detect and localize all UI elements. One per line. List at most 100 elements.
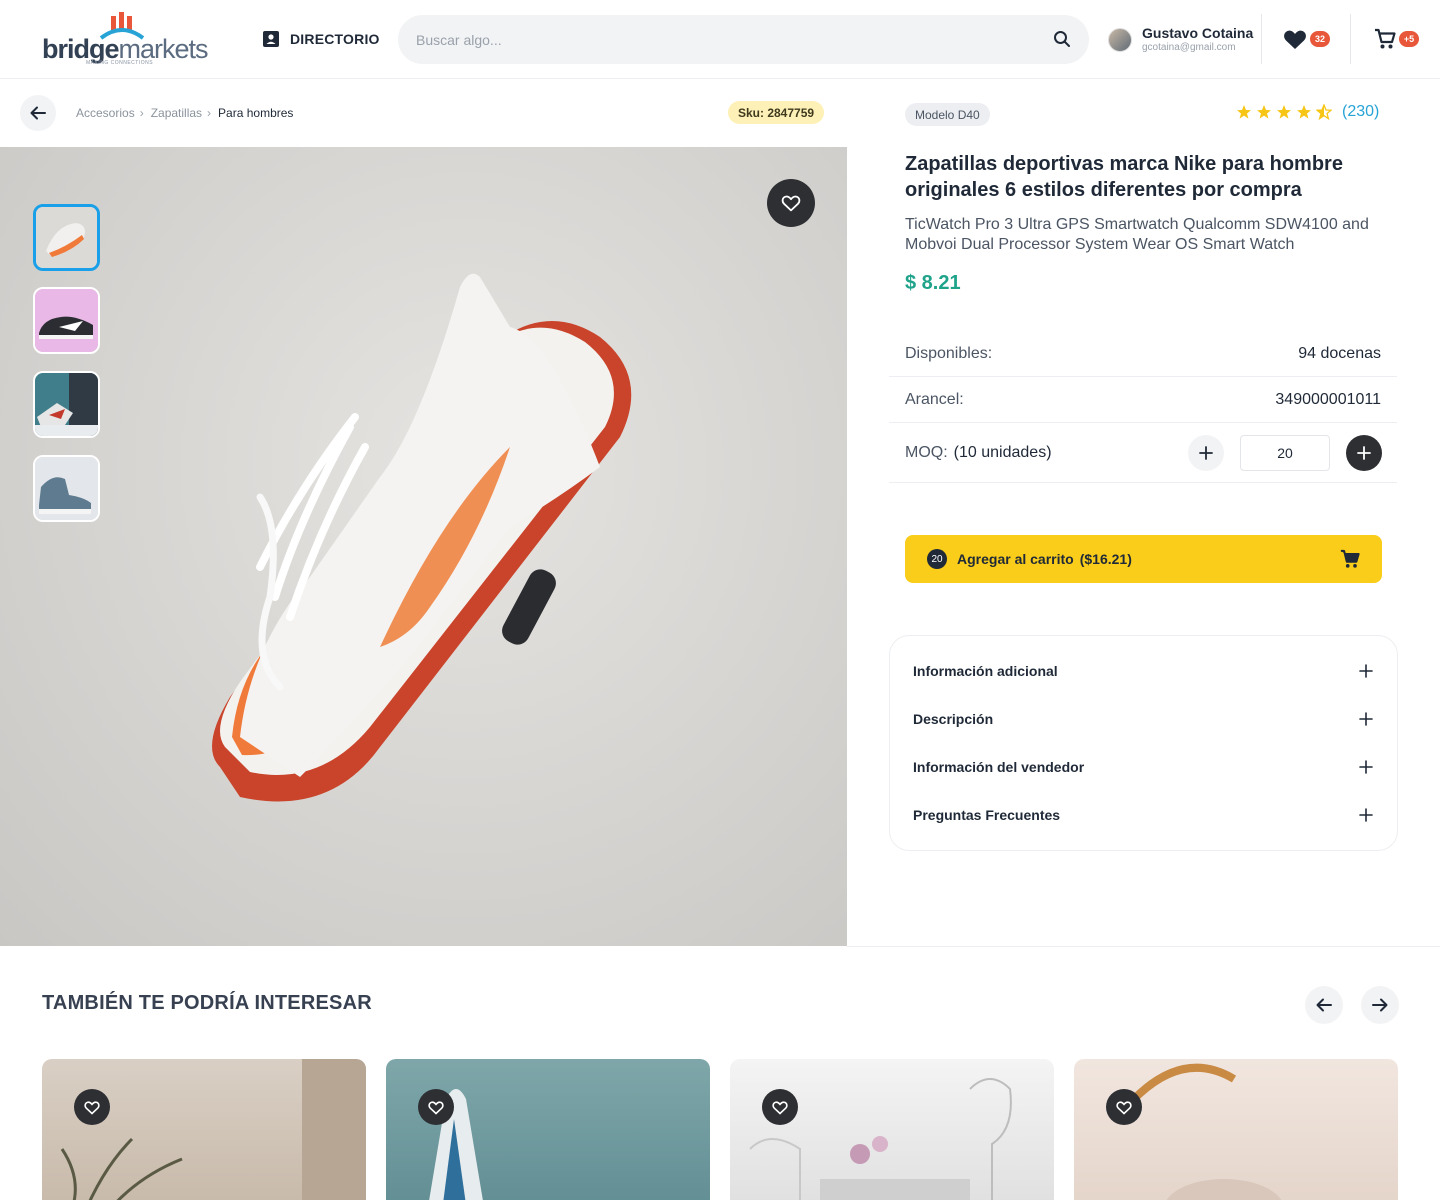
directory-label: DIRECTORIO [290,31,380,47]
plant-image [60,1059,366,1200]
plus-icon [1359,712,1373,726]
cart-button[interactable]: +5 [1374,28,1419,55]
accordion-item-label: Descripción [913,711,994,727]
thumbnail[interactable] [33,287,100,354]
cart-count-badge: +5 [1399,31,1419,47]
add-to-cart-button[interactable]: 20 Agregar al carrito ($16.21) [905,535,1382,583]
accordion-item-faq[interactable]: Preguntas Frecuentes [913,803,1373,827]
favorites-button[interactable]: 32 [1283,28,1330,55]
sneaker-thumbnail-image [35,373,98,436]
add-to-cart-amount: ($16.21) [1079,551,1132,567]
tariff-value: 349000001011 [1275,390,1381,408]
favorite-button[interactable] [418,1089,454,1125]
related-product-card[interactable] [1074,1059,1398,1200]
product-main-image [212,273,632,802]
moq-label: MOQ: [905,444,948,461]
favorite-button[interactable] [74,1089,110,1125]
accordion-item-label: Información adicional [913,663,1058,679]
tariff-row: Arancel: 349000001011 [889,377,1397,423]
star-icon [1297,105,1311,119]
favorites-count-badge: 32 [1310,31,1330,47]
model-badge: Modelo D40 [905,103,990,126]
heart-outline-icon [84,1100,100,1115]
star-icon [1257,105,1271,119]
arrow-right-icon [1372,998,1388,1012]
quantity-input[interactable] [1240,435,1330,471]
heart-outline-icon [428,1100,444,1115]
heart-outline-icon [781,195,801,212]
product-price: $ 8.21 [905,272,961,294]
sneaker-thumbnail-image [35,457,98,520]
breadcrumb-item[interactable]: Zapatillas [151,106,202,120]
thumbnail[interactable] [33,204,100,271]
user-name: Gustavo Cotaina [1142,25,1254,41]
star-half-icon [1316,104,1332,120]
header-divider [1261,14,1262,64]
accordion-item-additional-info[interactable]: Información adicional [913,659,1373,683]
thumbnail[interactable] [33,371,100,438]
related-section-title: TAMBIÉN TE PODRÍA INTERESAR [42,992,372,1014]
plus-icon [1199,446,1213,460]
availability-label: Disponibles: [905,344,993,362]
product-info-accordion: Información adicional Descripción Inform… [889,635,1398,851]
search-bar [398,15,1089,64]
iron-image [429,1089,483,1200]
arrow-left-icon [1316,998,1332,1012]
breadcrumb-item[interactable]: Accesorios [76,106,135,120]
search-input[interactable] [416,31,1036,48]
quantity-increment-button[interactable] [1346,435,1382,471]
star-icon [1237,105,1251,119]
cart-quantity-badge: 20 [927,549,947,569]
product-image-gallery [0,147,847,946]
accordion-item-description[interactable]: Descripción [913,707,1373,731]
carousel-next-button[interactable] [1361,986,1399,1024]
plus-icon [1357,446,1371,460]
rating-count[interactable]: (230) [1342,103,1379,121]
related-product-card[interactable] [42,1059,366,1200]
accordion-item-label: Preguntas Frecuentes [913,807,1061,823]
section-divider [847,946,1440,947]
rating-stars[interactable]: (230) [1236,103,1379,121]
contacts-book-icon [263,31,279,47]
breadcrumb-current: Para hombres [218,106,294,120]
quantity-decrement-button[interactable] [1188,435,1224,471]
heart-outline-icon [772,1100,788,1115]
related-product-card[interactable] [386,1059,710,1200]
product-title: Zapatillas deportivas marca Nike para ho… [905,153,1343,201]
accordion-item-seller-info[interactable]: Información del vendedor [913,755,1373,779]
back-button[interactable] [20,95,56,131]
cart-icon [1375,28,1396,49]
thumbnail[interactable] [33,455,100,522]
sneaker-thumbnail-image [36,207,97,268]
home-decor-image [1131,1063,1282,1200]
moq-row: MOQ: (10 unidades) [905,444,1052,462]
favorite-button[interactable] [1106,1089,1142,1125]
plus-icon [1359,760,1373,774]
related-product-card[interactable] [730,1059,1054,1200]
heart-icon [1284,30,1306,49]
directory-link[interactable]: DIRECTORIO [262,28,380,50]
favorite-button[interactable] [767,179,815,227]
product-subtitle: TicWatch Pro 3 Ultra GPS Smartwatch Qual… [905,216,1369,253]
availability-row: Disponibles: 94 docenas [889,331,1397,377]
star-icon [1277,105,1291,119]
favorite-button[interactable] [762,1089,798,1125]
sku-badge: Sku: 2847759 [728,101,825,124]
heart-outline-icon [1116,1100,1132,1115]
search-icon[interactable] [1053,30,1071,48]
carousel-prev-button[interactable] [1305,986,1343,1024]
plus-icon [1359,808,1373,822]
accordion-item-label: Información del vendedor [913,759,1085,775]
bridgemarkets-logo[interactable]: bridgemarkets MAKING CONNECTIONS [42,12,212,68]
sneaker-thumbnail-image [35,289,98,352]
tariff-label: Arancel: [905,390,964,408]
cart-icon [1340,549,1360,568]
logo-tagline: MAKING CONNECTIONS [86,60,154,66]
arrow-left-icon [30,106,46,120]
user-account[interactable]: Gustavo Cotaina gcotaina@gmail.com [1108,25,1253,55]
top-header: bridgemarkets MAKING CONNECTIONS DIRECTO… [0,0,1440,79]
avatar [1108,28,1132,52]
moq-value: (10 unidades) [953,444,1052,461]
glassware-image [749,1078,1012,1200]
breadcrumb: Accesorios › Zapatillas › Para hombres [76,106,294,120]
